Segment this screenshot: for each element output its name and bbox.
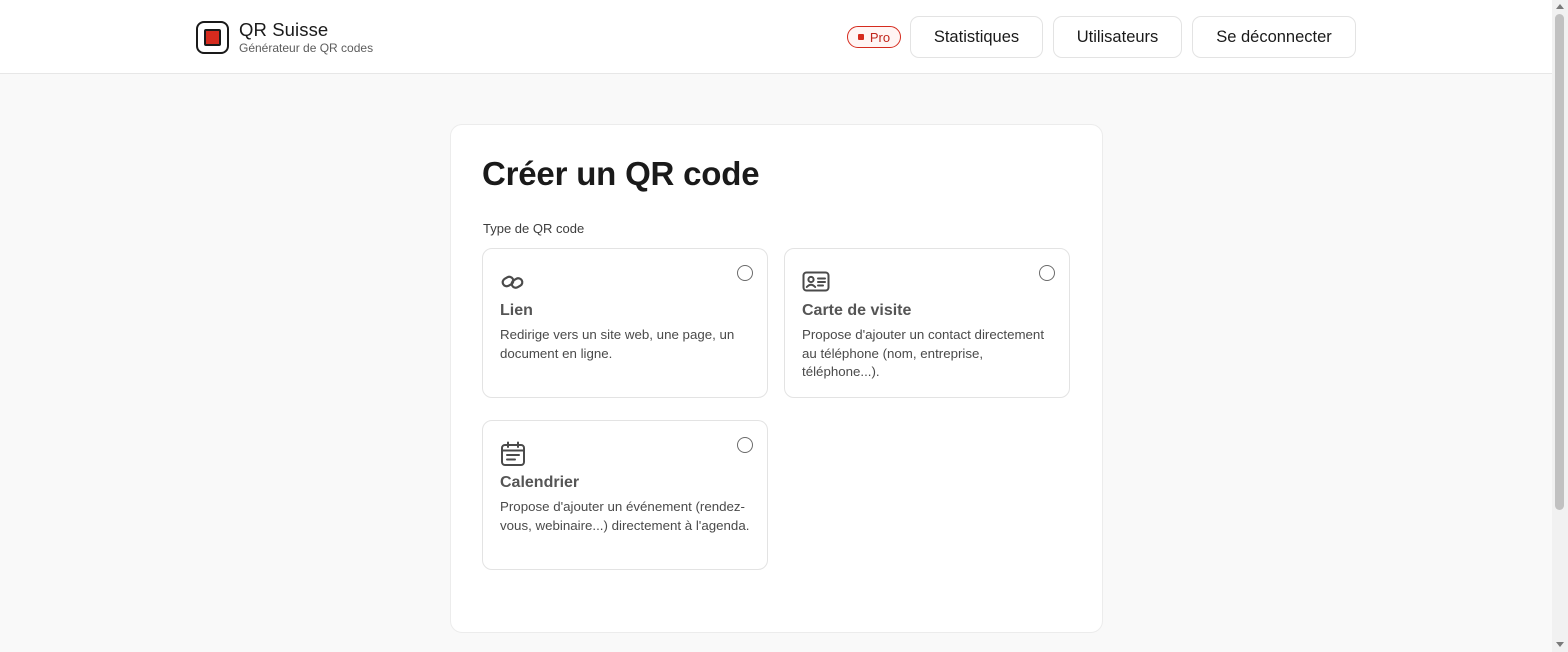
scroll-down-arrow-icon[interactable] <box>1556 642 1564 647</box>
option-title: Calendrier <box>500 474 580 491</box>
contact-card-icon <box>802 269 830 295</box>
statistics-button[interactable]: Statistiques <box>910 16 1043 58</box>
top-header: QR Suisse Générateur de QR codes Pro Sta… <box>0 0 1552 74</box>
option-description: Propose d'ajouter un contact directement… <box>802 327 1045 379</box>
link-icon <box>500 269 526 295</box>
brand-subtitle: Générateur de QR codes <box>239 41 374 55</box>
link-radio[interactable] <box>737 265 753 281</box>
calendar-icon <box>500 441 526 467</box>
users-button[interactable]: Utilisateurs <box>1053 16 1182 58</box>
qr-type-option-business-card[interactable]: Carte de visite Propose d'ajouter un con… <box>784 248 1070 398</box>
option-title: Carte de visite <box>802 302 912 319</box>
scrollbar-thumb[interactable] <box>1555 14 1564 510</box>
vertical-scrollbar[interactable] <box>1552 0 1568 652</box>
page-title: Créer un QR code <box>482 155 760 192</box>
scroll-up-arrow-icon[interactable] <box>1556 4 1564 9</box>
qr-type-option-link[interactable]: Lien Redirige vers un site web, une page… <box>482 248 768 398</box>
swiss-square-icon[interactable] <box>196 21 229 54</box>
calendar-radio[interactable] <box>737 437 753 453</box>
business-card-radio[interactable] <box>1039 265 1055 281</box>
option-title: Lien <box>500 302 533 319</box>
option-description: Redirige vers un site web, une page, un … <box>500 327 735 361</box>
badge-dot-icon <box>857 34 864 40</box>
qr-type-label: Type de QR code <box>483 221 585 236</box>
logout-button[interactable]: Se déconnecter <box>1192 16 1356 58</box>
option-description: Propose d'ajouter un événement (rendez-v… <box>500 499 750 533</box>
qr-type-option-calendar[interactable]: Calendrier Propose d'ajouter un événemen… <box>482 420 768 570</box>
plan-badge-label: Pro <box>869 29 891 45</box>
brand-title[interactable]: QR Suisse <box>239 19 328 41</box>
plan-badge: Pro <box>847 26 901 48</box>
